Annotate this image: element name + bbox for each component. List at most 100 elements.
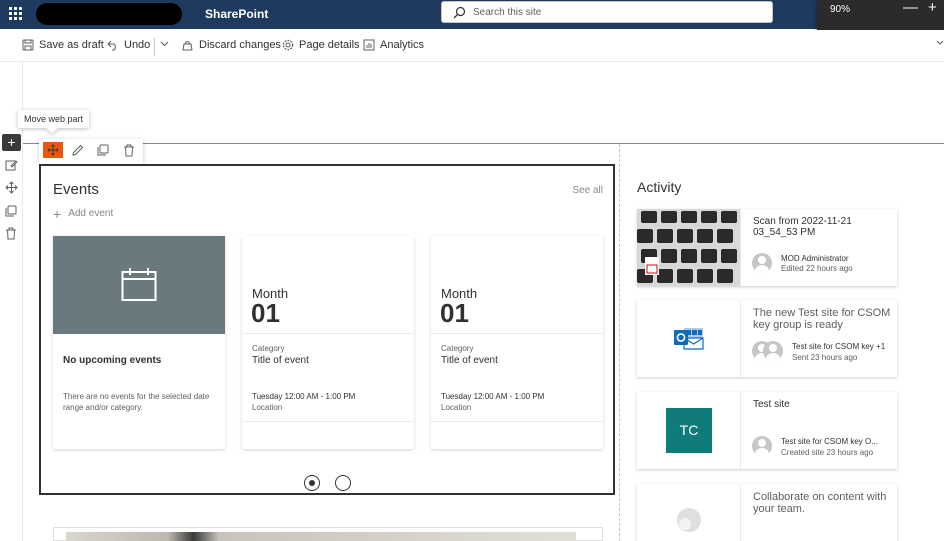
web-part-toolbar bbox=[39, 139, 143, 164]
zoom-level: 90% bbox=[830, 4, 851, 15]
section-top-border bbox=[23, 143, 944, 144]
events-title: Events bbox=[53, 181, 99, 198]
app-launcher-icon[interactable] bbox=[9, 7, 23, 21]
site-thumbnail bbox=[637, 484, 741, 541]
discard-changes-label: Discard changes bbox=[199, 39, 281, 51]
zoom-out-button[interactable]: — bbox=[903, 0, 918, 15]
search-placeholder: Search this site bbox=[473, 7, 542, 18]
search-box[interactable]: Search this site bbox=[441, 1, 773, 23]
card-divider bbox=[242, 333, 414, 334]
activity-item-title[interactable]: Collaborate on content with your team. bbox=[753, 491, 891, 515]
document-thumbnail bbox=[637, 209, 741, 286]
site-initials-tile: TC bbox=[666, 408, 712, 453]
activity-item-person: Test site for CSOM key O... bbox=[781, 437, 878, 446]
activity-item-person: MOD Administrator bbox=[781, 254, 849, 263]
analytics-icon bbox=[363, 39, 375, 51]
add-section-button[interactable]: + bbox=[2, 134, 21, 151]
undo-button[interactable]: Undo bbox=[107, 39, 150, 51]
save-icon bbox=[22, 39, 34, 51]
site-thumbnail: TC bbox=[637, 392, 741, 469]
avatar bbox=[752, 253, 772, 273]
keyboard-photo-icon bbox=[637, 209, 740, 286]
document-thumbnail bbox=[637, 300, 741, 377]
calendar-icon bbox=[121, 268, 157, 301]
undo-label: Undo bbox=[124, 39, 151, 51]
events-web-part[interactable]: Events See all + Add event No upcoming e… bbox=[39, 164, 615, 495]
event-title: Title of event bbox=[252, 355, 309, 366]
analytics-label: Analytics bbox=[380, 39, 425, 51]
card-divider bbox=[242, 421, 414, 422]
event-location: Location bbox=[441, 403, 472, 412]
page-details-button[interactable]: Page details bbox=[282, 39, 360, 51]
image-preview bbox=[66, 532, 576, 541]
save-as-draft-button[interactable]: Save as draft bbox=[22, 39, 104, 51]
suite-bar: SharePoint Search this site bbox=[0, 0, 944, 29]
event-card[interactable]: Month 01 Category Title of event Tuesday… bbox=[242, 236, 414, 449]
command-bar: Save as draft Undo Discard changes Page … bbox=[0, 30, 944, 62]
sharepoint-icon bbox=[677, 508, 701, 532]
edit-web-part-icon[interactable] bbox=[72, 144, 84, 156]
event-time: Tuesday 12:00 AM - 1:00 PM bbox=[441, 392, 545, 401]
activity-item-title[interactable]: The new Test site for CSOM key group is … bbox=[753, 307, 891, 331]
event-day: 01 bbox=[251, 298, 280, 328]
card-divider bbox=[431, 333, 603, 334]
event-day: 01 bbox=[440, 298, 469, 328]
chevron-down-icon[interactable] bbox=[936, 40, 944, 46]
search-icon bbox=[453, 6, 466, 19]
activity-card[interactable]: Collaborate on content with your team. bbox=[637, 484, 897, 541]
event-location: Location bbox=[252, 403, 283, 412]
move-web-part-tooltip: Move web part bbox=[18, 110, 90, 128]
activity-title: Activity bbox=[637, 179, 682, 195]
activity-card[interactable]: The new Test site for CSOM key group is … bbox=[637, 300, 897, 377]
discard-changes-button[interactable]: Discard changes bbox=[181, 39, 281, 51]
event-title: Title of event bbox=[441, 355, 498, 366]
activity-item-meta: Sent 23 hours ago bbox=[792, 353, 858, 362]
move-icon bbox=[47, 144, 59, 156]
chevron-down-icon bbox=[160, 41, 169, 47]
activity-item-meta: Created site 23 hours ago bbox=[781, 448, 874, 457]
outlook-icon bbox=[674, 328, 704, 350]
zoom-popup: 90% — + bbox=[817, 0, 944, 34]
activity-item-meta: Edited 22 hours ago bbox=[781, 264, 853, 273]
plus-icon: + bbox=[53, 205, 62, 222]
page-details-label: Page details bbox=[299, 39, 360, 51]
undo-icon bbox=[107, 40, 116, 51]
duplicate-section-icon[interactable] bbox=[5, 205, 17, 217]
zoom-in-button[interactable]: + bbox=[928, 0, 937, 15]
command-separator bbox=[154, 38, 155, 56]
avatar bbox=[763, 341, 783, 361]
no-events-description: There are no events for the selected dat… bbox=[63, 392, 210, 412]
redacted-tenant-name bbox=[36, 3, 182, 25]
move-section-icon[interactable] bbox=[5, 181, 18, 194]
carousel-dot-2[interactable] bbox=[335, 475, 351, 491]
activity-card[interactable]: TC Test site Test site for CSOM key O...… bbox=[637, 392, 897, 469]
activity-item-title[interactable]: Scan from 2022-11-21 03_54_53 PM bbox=[753, 216, 891, 238]
card-divider bbox=[431, 421, 603, 422]
carousel-dot-1[interactable] bbox=[304, 475, 320, 491]
app-name[interactable]: SharePoint bbox=[205, 7, 268, 21]
activity-card[interactable]: Scan from 2022-11-21 03_54_53 PM MOD Adm… bbox=[637, 209, 897, 286]
gear-icon bbox=[282, 39, 294, 51]
event-time: Tuesday 12:00 AM - 1:00 PM bbox=[252, 392, 356, 401]
see-all-link[interactable]: See all bbox=[572, 185, 603, 196]
event-card[interactable]: Month 01 Category Title of event Tuesday… bbox=[431, 236, 603, 449]
no-events-tile bbox=[53, 236, 225, 334]
edit-section-icon[interactable] bbox=[5, 159, 18, 171]
duplicate-web-part-icon[interactable] bbox=[97, 144, 109, 156]
event-category: Category bbox=[441, 344, 474, 353]
delete-section-icon[interactable] bbox=[5, 227, 17, 240]
delete-web-part-icon[interactable] bbox=[123, 144, 135, 157]
avatar bbox=[752, 436, 772, 456]
image-web-part[interactable] bbox=[53, 527, 603, 541]
activity-item-person: Test site for CSOM key +1 bbox=[792, 342, 886, 351]
add-event-label: Add event bbox=[68, 208, 114, 219]
discard-icon bbox=[182, 41, 193, 51]
undo-dropdown-button[interactable] bbox=[160, 41, 174, 47]
add-event-button[interactable]: + Add event bbox=[53, 205, 114, 222]
no-events-title: No upcoming events bbox=[63, 355, 162, 366]
column-divider bbox=[619, 144, 620, 541]
activity-item-title[interactable]: Test site bbox=[753, 399, 891, 410]
no-events-card: No upcoming events There are no events f… bbox=[53, 236, 225, 449]
analytics-button[interactable]: Analytics bbox=[363, 39, 424, 51]
move-web-part-button[interactable] bbox=[43, 142, 63, 158]
